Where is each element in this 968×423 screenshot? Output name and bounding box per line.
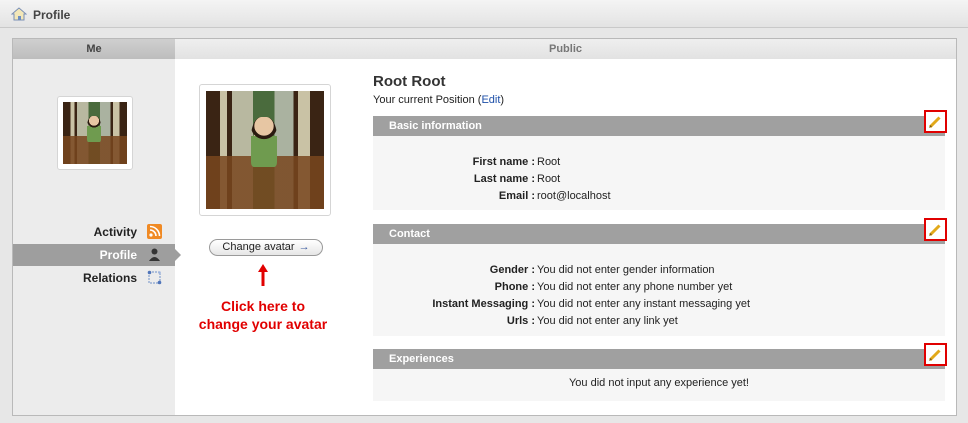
edit-experiences-button[interactable] bbox=[924, 343, 947, 366]
home-icon bbox=[11, 7, 27, 21]
edit-position-link[interactable]: Edit bbox=[481, 94, 500, 106]
change-avatar-button[interactable]: Change avatar → bbox=[209, 239, 323, 256]
relations-icon bbox=[147, 270, 162, 285]
field-last-name: Last name : Root bbox=[473, 173, 561, 185]
arrow-right-icon: → bbox=[298, 241, 310, 253]
field-phone: Phone : You did not enter any phone numb… bbox=[494, 281, 733, 293]
profile-name: Root Root bbox=[373, 73, 446, 90]
window-titlebar: Profile bbox=[0, 0, 968, 28]
sidebar-item-profile[interactable]: Profile bbox=[13, 244, 181, 266]
field-email: Email : root@localhost bbox=[498, 190, 611, 202]
tab-me[interactable]: Me bbox=[13, 39, 175, 59]
window-title: Profile bbox=[33, 8, 71, 22]
pencil-icon bbox=[928, 116, 941, 129]
edit-basic-button[interactable] bbox=[924, 110, 947, 133]
sidebar-avatar bbox=[57, 96, 133, 170]
current-position: Your current Position (Edit) bbox=[373, 94, 505, 106]
rss-icon bbox=[147, 224, 162, 239]
section-title: Experiences bbox=[389, 353, 454, 365]
field-gender: Gender : You did not enter gender inform… bbox=[489, 264, 715, 276]
profile-panel: Me Public Activity Profile Relations Cha… bbox=[12, 38, 957, 416]
sidebar-item-label: Relations bbox=[82, 271, 137, 285]
pencil-icon bbox=[928, 349, 941, 362]
avatar-photo bbox=[63, 102, 127, 164]
edit-contact-button[interactable] bbox=[924, 218, 947, 241]
sidebar-item-label: Profile bbox=[99, 248, 137, 262]
section-title: Basic information bbox=[389, 120, 482, 132]
sidebar-item-label: Activity bbox=[93, 225, 137, 239]
section-contact-body: Gender : You did not enter gender inform… bbox=[373, 244, 945, 336]
section-title: Contact bbox=[389, 228, 430, 240]
person-icon bbox=[149, 248, 160, 261]
content-frame: Me Public Activity Profile Relations Cha… bbox=[0, 28, 968, 423]
avatar-annotation: Click here to change your avatar bbox=[198, 298, 328, 332]
sidebar: Activity Profile Relations bbox=[13, 59, 181, 415]
pencil-icon bbox=[928, 224, 941, 237]
field-instant-messaging: Instant Messaging : You did not enter an… bbox=[432, 298, 751, 310]
field-first-name: First name : Root bbox=[472, 156, 561, 168]
section-contact-header: Contact bbox=[373, 218, 947, 249]
section-basic-body: First name : Root Last name : Root Email… bbox=[373, 136, 945, 210]
change-avatar-label: Change avatar bbox=[222, 241, 295, 253]
section-experiences-header: Experiences bbox=[373, 343, 947, 374]
section-basic-header: Basic information bbox=[373, 110, 947, 141]
sidebar-item-activity[interactable]: Activity bbox=[13, 221, 175, 243]
tab-public[interactable]: Public bbox=[175, 39, 956, 59]
avatar-photo bbox=[206, 91, 324, 209]
sidebar-item-relations[interactable]: Relations bbox=[13, 267, 175, 289]
field-urls: Urls : You did not enter any link yet bbox=[506, 315, 678, 327]
experiences-empty-message: You did not input any experience yet! bbox=[568, 377, 749, 389]
arrow-up-icon bbox=[258, 264, 268, 286]
profile-avatar bbox=[199, 84, 331, 216]
section-experiences-body: You did not input any experience yet! bbox=[373, 369, 945, 401]
